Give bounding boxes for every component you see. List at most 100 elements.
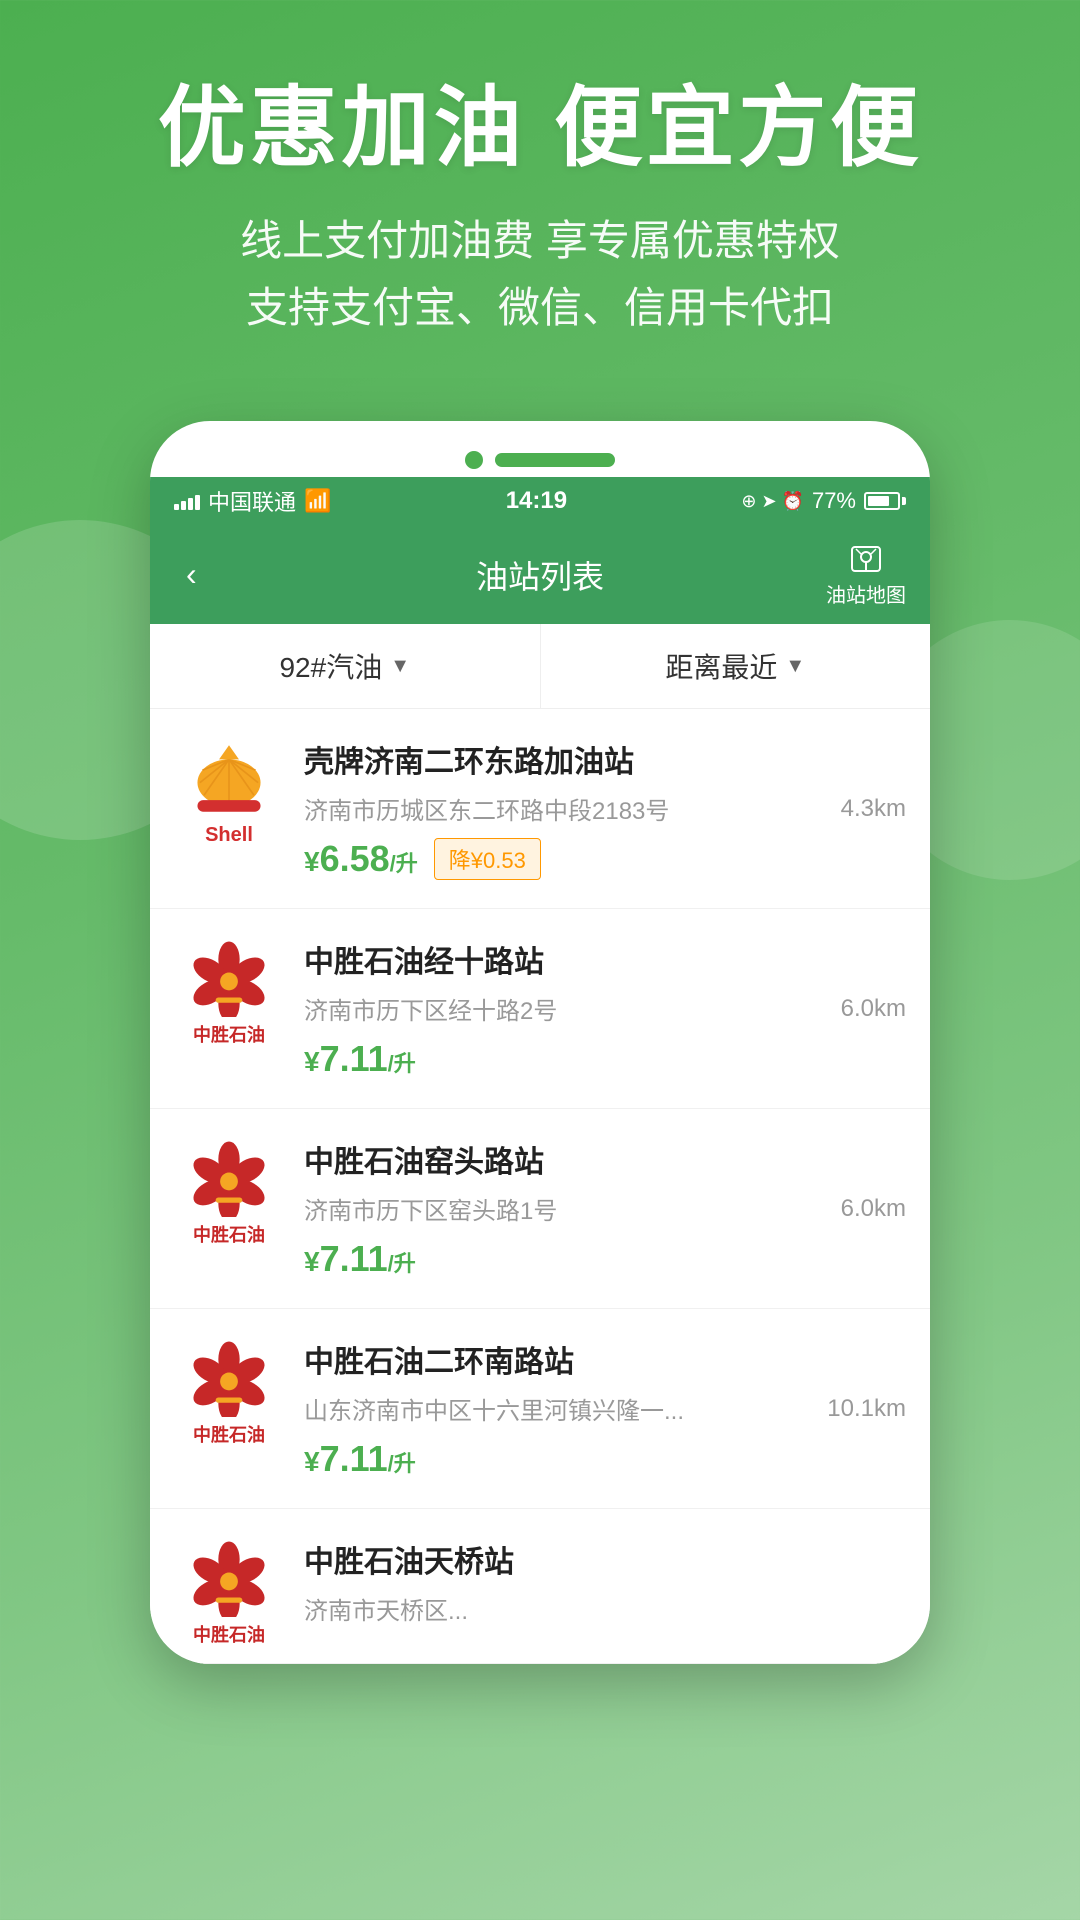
station-item-2[interactable]: 中胜石油 中胜石油经十路站 济南市历下区经十路2号 6.0km ¥7.11/升 — [150, 909, 930, 1109]
signal-bar-3 — [188, 498, 193, 510]
station-1-price-row: ¥6.58/升 降¥0.53 — [304, 838, 906, 880]
station-1-info: 壳牌济南二环东路加油站 济南市历城区东二环路中段2183号 4.3km ¥6.5… — [304, 737, 906, 880]
station-1-distance: 4.3km — [841, 795, 906, 823]
zhongsheng-svg-3 — [184, 1337, 274, 1417]
station-3-price: ¥7.11/升 — [304, 1238, 416, 1280]
status-right: ⊕ ➤ ⏰ 77% — [741, 488, 906, 514]
sort-dropdown-arrow: ▼ — [785, 655, 805, 678]
station-1-address: 济南市历城区东二环路中段2183号 — [304, 791, 829, 826]
wifi-icon: 📶 — [304, 488, 331, 514]
price-main: 6.58 — [320, 838, 390, 879]
station-2-distance: 6.0km — [841, 995, 906, 1023]
station-1-address-row: 济南市历城区东二环路中段2183号 4.3km — [304, 791, 906, 826]
station-logo-shell: Shell — [174, 737, 284, 847]
station-4-address: 山东济南市中区十六里河镇兴隆一... — [304, 1391, 815, 1426]
station-logo-zhongsheng-2: 中胜石油 — [174, 1137, 284, 1247]
station-3-name: 中胜石油窑头路站 — [304, 1137, 906, 1181]
status-bar: 中国联通 📶 14:19 ⊕ ➤ ⏰ 77% — [150, 477, 930, 525]
map-button[interactable]: 油站地图 — [826, 541, 906, 608]
map-icon — [848, 541, 884, 577]
zhongsheng-svg-1 — [184, 937, 274, 1017]
signal-bar-1 — [174, 504, 179, 510]
station-3-info: 中胜石油窑头路站 济南市历下区窑头路1号 6.0km ¥7.11/升 — [304, 1137, 906, 1280]
fuel-type-filter[interactable]: 92#汽油 ▼ — [150, 624, 541, 708]
status-time: 14:19 — [506, 487, 567, 515]
phone-camera — [465, 451, 483, 469]
battery-icon — [864, 492, 906, 510]
station-logo-zhongsheng-3: 中胜石油 — [174, 1337, 284, 1447]
hero-subtitle: 线上支付加油费 享专属优惠特权 支持支付宝、微信、信用卡代扣 — [60, 207, 1020, 341]
station-item-5[interactable]: 中胜石油 中胜石油天桥站 济南市天桥区... — [150, 1509, 930, 1664]
price-main-3: 7.11 — [320, 1238, 388, 1279]
battery-body — [864, 492, 900, 510]
price-unit-3: /升 — [388, 1251, 416, 1276]
station-1-price: ¥6.58/升 — [304, 838, 418, 880]
status-left: 中国联通 📶 — [174, 485, 331, 517]
station-5-info: 中胜石油天桥站 济南市天桥区... — [304, 1537, 906, 1638]
fuel-dropdown-arrow: ▼ — [390, 655, 410, 678]
zhongsheng-label-3: 中胜石油 — [193, 1421, 265, 1447]
station-3-price-row: ¥7.11/升 — [304, 1238, 906, 1280]
signal-bar-2 — [181, 501, 186, 510]
station-3-address-row: 济南市历下区窑头路1号 6.0km — [304, 1191, 906, 1226]
station-5-name: 中胜石油天桥站 — [304, 1537, 906, 1581]
signal-bar-4 — [195, 495, 200, 510]
station-5-address-row: 济南市天桥区... — [304, 1591, 906, 1626]
battery-fill — [868, 496, 889, 506]
station-2-price: ¥7.11/升 — [304, 1038, 416, 1080]
zhongsheng-label-4: 中胜石油 — [193, 1621, 265, 1647]
filter-bar: 92#汽油 ▼ 距离最近 ▼ — [150, 624, 930, 709]
nav-title: 油站列表 — [476, 552, 604, 598]
price-currency-4: ¥ — [304, 1446, 320, 1477]
station-logo-zhongsheng-4: 中胜石油 — [174, 1537, 284, 1647]
station-4-price-row: ¥7.11/升 — [304, 1438, 906, 1480]
sort-label: 距离最近 — [665, 646, 777, 686]
station-2-info: 中胜石油经十路站 济南市历下区经十路2号 6.0km ¥7.11/升 — [304, 937, 906, 1080]
phone-top — [150, 441, 930, 477]
phone-frame: 中国联通 📶 14:19 ⊕ ➤ ⏰ 77% ‹ 油站列表 — [150, 421, 930, 1664]
station-list: Shell 壳牌济南二环东路加油站 济南市历城区东二环路中段2183号 4.3k… — [150, 709, 930, 1664]
price-currency-3: ¥ — [304, 1246, 320, 1277]
price-unit-4: /升 — [388, 1451, 416, 1476]
station-2-name: 中胜石油经十路站 — [304, 937, 906, 981]
station-item-3[interactable]: 中胜石油 中胜石油窑头路站 济南市历下区窑头路1号 6.0km ¥7.11/升 — [150, 1109, 930, 1309]
station-2-address: 济南市历下区经十路2号 — [304, 991, 829, 1026]
station-4-address-row: 山东济南市中区十六里河镇兴隆一... 10.1km — [304, 1391, 906, 1426]
shell-label: Shell — [205, 824, 253, 847]
carrier-label: 中国联通 — [208, 485, 296, 517]
zhongsheng-svg-4 — [184, 1537, 274, 1617]
price-unit-2: /升 — [388, 1051, 416, 1076]
location-icon: ⊕ ➤ ⏰ — [741, 491, 804, 512]
hero-subtitle-line1: 线上支付加油费 享专属优惠特权 — [60, 207, 1020, 274]
fuel-type-label: 92#汽油 — [279, 646, 382, 686]
nav-bar: ‹ 油站列表 油站地图 — [150, 525, 930, 624]
station-2-price-row: ¥7.11/升 — [304, 1038, 906, 1080]
sort-filter[interactable]: 距离最近 ▼ — [541, 624, 931, 708]
battery-tip — [902, 497, 906, 505]
price-unit: /升 — [390, 851, 418, 876]
map-label: 油站地图 — [826, 579, 906, 608]
hero-title: 优惠加油 便宜方便 — [60, 80, 1020, 177]
zhongsheng-label-2: 中胜石油 — [193, 1221, 265, 1247]
station-4-name: 中胜石油二环南路站 — [304, 1337, 906, 1381]
station-4-price: ¥7.11/升 — [304, 1438, 416, 1480]
shell-svg — [184, 737, 274, 820]
station-1-name: 壳牌济南二环东路加油站 — [304, 737, 906, 781]
station-5-address: 济南市天桥区... — [304, 1591, 906, 1626]
price-main-4: 7.11 — [320, 1438, 388, 1479]
station-4-distance: 10.1km — [827, 1395, 906, 1423]
station-2-address-row: 济南市历下区经十路2号 6.0km — [304, 991, 906, 1026]
zhongsheng-svg-2 — [184, 1137, 274, 1217]
hero-subtitle-line2: 支持支付宝、微信、信用卡代扣 — [60, 274, 1020, 341]
station-item-1[interactable]: Shell 壳牌济南二环东路加油站 济南市历城区东二环路中段2183号 4.3k… — [150, 709, 930, 909]
price-currency: ¥ — [304, 846, 320, 877]
station-item-4[interactable]: 中胜石油 中胜石油二环南路站 山东济南市中区十六里河镇兴隆一... 10.1km… — [150, 1309, 930, 1509]
zhongsheng-label-1: 中胜石油 — [193, 1021, 265, 1047]
signal-bars — [174, 492, 200, 510]
discount-badge: 降¥0.53 — [434, 838, 541, 880]
back-button[interactable]: ‹ — [174, 552, 209, 597]
battery-percent: 77% — [812, 488, 856, 514]
station-3-distance: 6.0km — [841, 1195, 906, 1223]
price-main-2: 7.11 — [320, 1038, 388, 1079]
hero-section: 优惠加油 便宜方便 线上支付加油费 享专属优惠特权 支持支付宝、微信、信用卡代扣 — [0, 0, 1080, 381]
